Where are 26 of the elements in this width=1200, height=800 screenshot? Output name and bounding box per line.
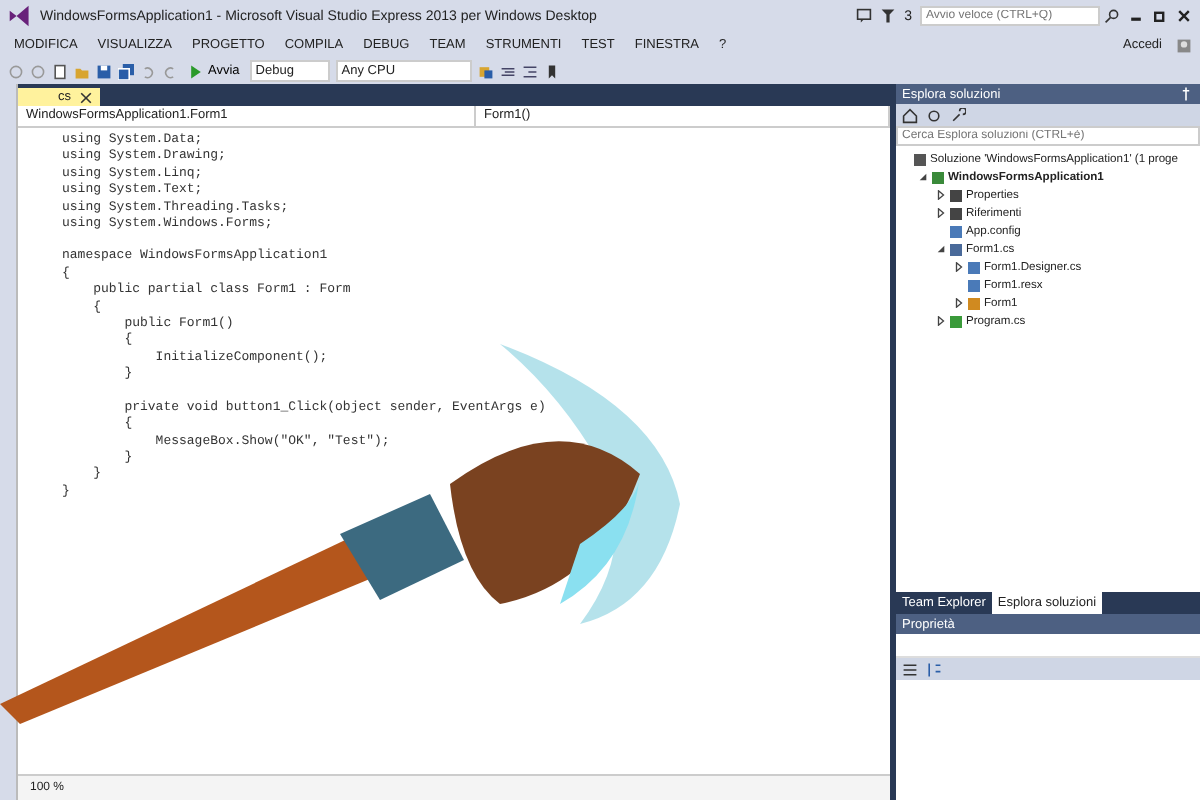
collapsed-arrow-icon[interactable] [954,262,964,272]
bookmark-icon[interactable] [543,63,560,79]
collapsed-arrow-icon[interactable] [936,190,946,200]
new-project-icon[interactable] [52,63,68,79]
comment-icon[interactable] [499,63,516,79]
home-icon[interactable] [902,107,918,123]
save-icon[interactable] [96,63,112,79]
feedback-icon[interactable] [856,8,873,24]
indent-icon[interactable] [521,63,538,79]
collapsed-arrow-icon[interactable] [936,316,946,326]
expanded-arrow-icon[interactable] [918,172,928,182]
categorized-icon[interactable] [902,661,918,677]
user-icon[interactable] [1176,37,1192,53]
close-icon[interactable] [77,89,93,105]
expanded-arrow-icon[interactable] [936,244,946,254]
collapsed-arrow-icon[interactable] [954,298,964,308]
pin-icon[interactable] [1178,86,1194,102]
close-icon[interactable] [1176,8,1192,24]
find-icon[interactable] [477,63,494,79]
play-icon [188,63,204,79]
search-icon [1104,8,1120,24]
sort-icon[interactable] [926,661,942,677]
logo-icon [8,4,32,28]
save-all-icon[interactable] [118,63,134,79]
restore-icon[interactable] [1152,8,1168,24]
collapsed-arrow-icon[interactable] [936,208,946,218]
